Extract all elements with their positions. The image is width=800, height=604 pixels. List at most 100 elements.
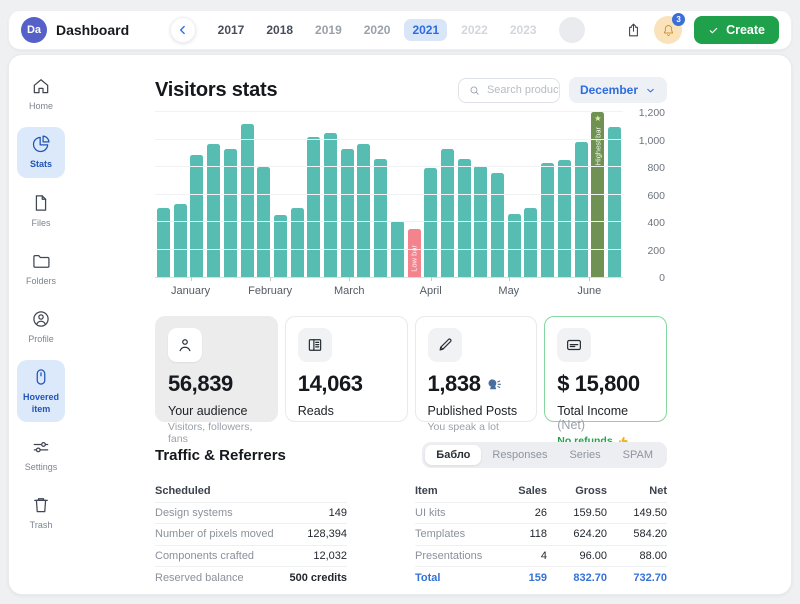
card-value: 14,063	[298, 371, 395, 397]
sidebar-item-hovered-item[interactable]: Hovered item	[17, 360, 65, 422]
chart-bar[interactable]	[575, 142, 588, 277]
table-cell: 159	[503, 572, 547, 584]
search-input[interactable]	[487, 84, 559, 96]
year-tab-2019[interactable]: 2019	[307, 19, 350, 41]
sidebar-item-files[interactable]: Files	[17, 186, 65, 236]
sidebar-item-label: Stats	[30, 159, 52, 170]
chart-bar[interactable]	[524, 208, 537, 277]
avatar[interactable]	[559, 17, 585, 43]
sidebar-item-settings[interactable]: Settings	[17, 430, 65, 480]
section-title: Traffic & Referrers	[155, 447, 422, 464]
table-cell: 26	[503, 507, 547, 519]
chart-bar[interactable]	[190, 155, 203, 277]
tab-spam[interactable]: SPAM	[612, 445, 664, 465]
chart-bar[interactable]	[491, 173, 504, 278]
chart-bar[interactable]	[174, 204, 187, 277]
card-subtext: Visitors, followers, fans	[168, 421, 265, 445]
year-tab-2021[interactable]: 2021	[404, 19, 447, 41]
bell-icon	[661, 23, 676, 38]
stat-card-published-posts[interactable]: 1,838Published PostsYou speak a lot	[415, 316, 538, 422]
pencil-icon	[436, 336, 454, 354]
chart-bar[interactable]	[207, 144, 220, 277]
chart-bar-low[interactable]: Low bar	[408, 229, 421, 277]
chevron-down-icon	[645, 85, 656, 96]
table-cell: Total	[415, 572, 503, 584]
table-row: Reserved balance500 credits	[155, 567, 347, 589]
table-cell: 96.00	[547, 550, 607, 562]
files-icon	[31, 193, 51, 213]
year-tab-2022[interactable]: 2022	[453, 19, 496, 41]
person-icon	[176, 336, 194, 354]
chart-bar[interactable]	[508, 214, 521, 277]
table-row: Templates118624.20584.20	[415, 524, 667, 546]
chart-bar[interactable]	[558, 160, 571, 277]
year-tab-2023[interactable]: 2023	[502, 19, 545, 41]
chart-bar[interactable]	[307, 137, 320, 277]
year-tab-2020[interactable]: 2020	[356, 19, 399, 41]
prev-year-button[interactable]	[170, 17, 196, 43]
create-button-label: Create	[726, 23, 765, 37]
chart-bar[interactable]	[274, 215, 287, 277]
month-dropdown[interactable]: December	[569, 77, 667, 103]
gridline	[155, 249, 623, 250]
chart-bar[interactable]	[608, 127, 621, 277]
tab-бабло[interactable]: Бабло	[425, 445, 481, 465]
stat-card-total-income[interactable]: $ 15,800Total Income (Net)No refunds	[544, 316, 667, 422]
chart-bar-highest[interactable]: ★Highest bar	[591, 112, 604, 277]
chart-bar[interactable]	[424, 168, 437, 277]
notification-badge: 3	[672, 13, 685, 26]
chart-bar[interactable]	[341, 149, 354, 277]
notifications-button[interactable]: 3	[654, 16, 682, 44]
card-label: Total Income (Net)	[557, 404, 654, 432]
sidebar-item-label: Folders	[26, 276, 56, 287]
table-row: UI kits26159.50149.50	[415, 503, 667, 525]
stat-card-reads[interactable]: 14,063Reads	[285, 316, 408, 422]
chart-bar[interactable]	[291, 208, 304, 277]
tab-responses[interactable]: Responses	[481, 445, 558, 465]
table-cell: Templates	[415, 528, 503, 540]
main-content: Visitors stats December Low bar ★Highest …	[73, 55, 791, 594]
profile-icon	[31, 309, 51, 329]
search-box[interactable]	[458, 78, 560, 103]
create-button[interactable]: Create	[694, 16, 779, 44]
gridline	[155, 194, 623, 195]
chart-bar[interactable]	[157, 208, 170, 277]
year-tab-2018[interactable]: 2018	[258, 19, 301, 41]
sidebar-item-profile[interactable]: Profile	[17, 302, 65, 352]
page-title: Visitors stats	[155, 79, 458, 102]
sidebar-item-trash[interactable]: Trash	[17, 488, 65, 538]
sidebar-item-label: Home	[29, 101, 53, 112]
card-icon-tile	[428, 328, 462, 362]
column-header: Gross	[547, 485, 607, 497]
chart-bar[interactable]	[541, 163, 554, 277]
chart-bar[interactable]	[357, 144, 370, 277]
chart-bar[interactable]	[324, 133, 337, 277]
check-icon	[708, 25, 719, 36]
chart-bar[interactable]	[441, 149, 454, 277]
chart-bar[interactable]	[241, 124, 254, 277]
brand: Da Dashboard	[21, 17, 129, 43]
year-tab-2017[interactable]: 2017	[210, 19, 253, 41]
chart-bar[interactable]	[458, 159, 471, 277]
chart-bar[interactable]	[257, 167, 270, 277]
row-value: 500 credits	[290, 572, 347, 584]
header-actions: 3 Create	[625, 16, 779, 44]
stat-card-your-audience[interactable]: 56,839Your audienceVisitors, followers, …	[155, 316, 278, 422]
sidebar: Home Stats Files Folders Profile Hovered item…	[9, 55, 73, 594]
sidebar-item-home[interactable]: Home	[17, 69, 65, 119]
chart-bar[interactable]	[374, 159, 387, 277]
share-icon	[625, 22, 642, 39]
card-label: Published Posts	[428, 404, 525, 418]
share-icon[interactable]	[625, 22, 642, 39]
chevron-down-icon	[645, 85, 656, 96]
sidebar-item-stats[interactable]: Stats	[17, 127, 65, 177]
month-dropdown-value: December	[580, 83, 638, 97]
search-icon	[468, 84, 481, 97]
x-tick-label-february: February	[248, 285, 292, 297]
tab-series[interactable]: Series	[558, 445, 611, 465]
chart-bar[interactable]	[224, 149, 237, 277]
row-label: Reserved balance	[155, 572, 290, 584]
sidebar-item-folders[interactable]: Folders	[17, 244, 65, 294]
card-value: 56,839	[168, 371, 265, 397]
table-cell: 159.50	[547, 507, 607, 519]
